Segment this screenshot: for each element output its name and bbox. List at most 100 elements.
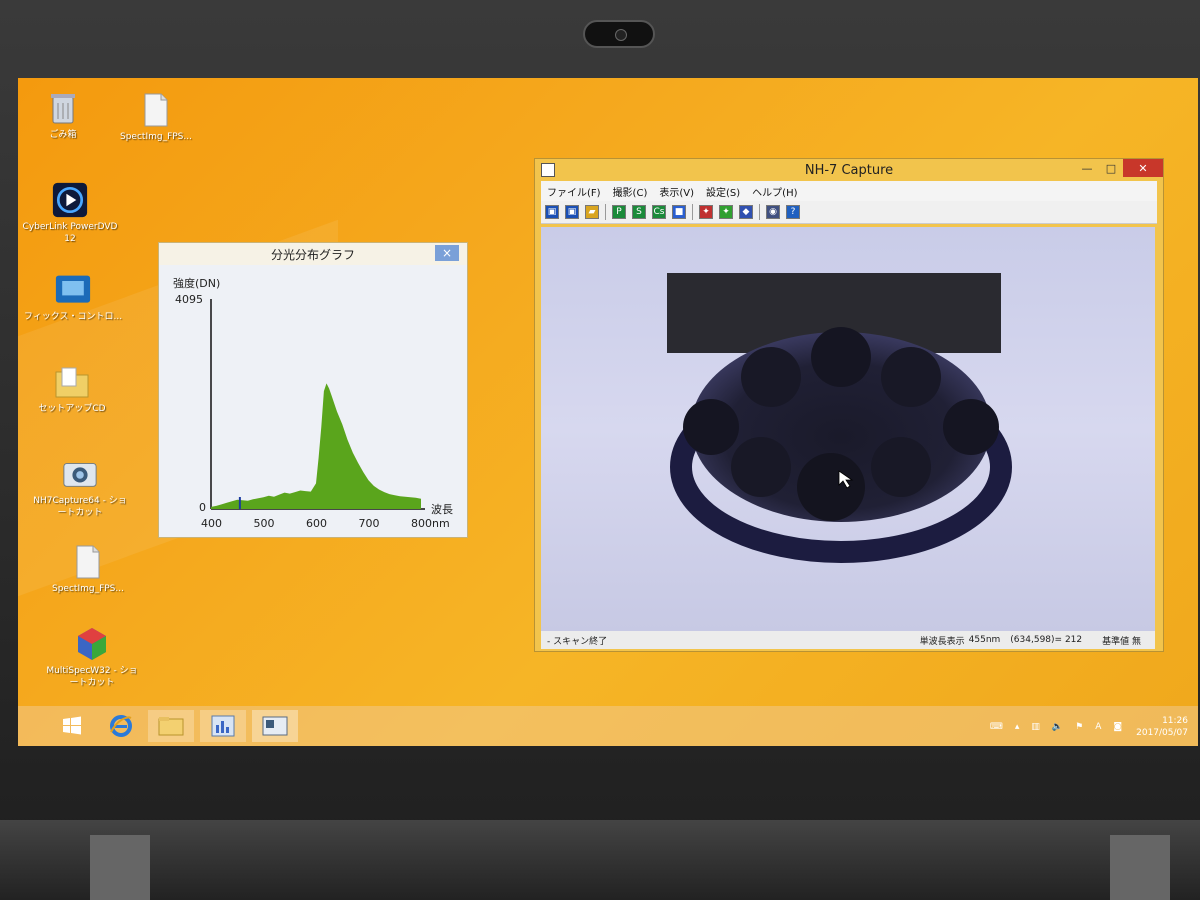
status-wavelength: 455nm	[968, 635, 1001, 645]
status-mode: 単波長表示	[919, 636, 965, 647]
taskbar: ⌨ ▴ ▥ 🔈 ⚑ A ◙ 11:26 2017/05/07	[18, 706, 1198, 746]
toolbar-separator	[759, 204, 760, 220]
x-tick-label: 700	[359, 517, 380, 530]
window-controls: — □ ✕	[1075, 159, 1163, 181]
capture-app-icon	[262, 716, 288, 736]
capture-titlebar: NH-7 Capture — □ ✕	[535, 159, 1163, 181]
desktop-icon-spectimg-1[interactable]: SpectImg_FPS...	[106, 92, 206, 143]
clock-date: 2017/05/07	[1136, 728, 1188, 738]
desktop-icon-label: NH7Capture64 - ショートカット	[33, 496, 127, 518]
toolbar-separator	[605, 204, 606, 220]
spectrum-chart: 強度(DN) 4095 0 波長 400 500 600 700 800nm	[159, 265, 467, 537]
minimize-button[interactable]: —	[1075, 159, 1099, 177]
y-max-label: 4095	[175, 293, 203, 306]
taskbar-multispec[interactable]	[200, 710, 246, 742]
cube-icon	[74, 626, 110, 662]
hinge-left	[90, 835, 150, 900]
notification-icon[interactable]: ◙	[1113, 722, 1122, 732]
close-icon: ✕	[1138, 161, 1148, 175]
volume-icon[interactable]: 🔈	[1052, 722, 1063, 732]
save-icon[interactable]: ▣	[545, 205, 559, 219]
desktop-icon-multispec[interactable]: MultiSpecW32 - ショートカット	[42, 626, 142, 689]
status-bar: - スキャン終了 単波長表示 455nm (634,598)= 212 基準値 …	[541, 631, 1155, 649]
cs-button-icon[interactable]: Cs	[652, 205, 666, 219]
menu-capture[interactable]: 撮影(C)	[613, 184, 648, 199]
powerdvd-icon	[52, 182, 88, 218]
file-explorer-icon	[158, 717, 184, 736]
p-button-icon[interactable]: P	[612, 205, 626, 219]
spectrum-titlebar: 分光分布グラフ ×	[159, 243, 467, 265]
menu-file[interactable]: ファイル(F)	[547, 184, 601, 199]
desktop-icon-powerdvd[interactable]: CyberLink PowerDVD 12	[20, 182, 120, 245]
windows-icon	[63, 716, 81, 735]
close-button[interactable]: ✕	[1123, 159, 1163, 177]
app-menu-icon[interactable]	[541, 163, 555, 177]
y-axis-label: 強度(DN)	[173, 276, 220, 290]
status-coord: (634,598)= 212	[1010, 635, 1083, 645]
hinge-right	[1110, 835, 1170, 900]
desktop-icon-label: SpectImg_FPS...	[120, 132, 192, 142]
minimize-icon: —	[1081, 161, 1093, 175]
desktop-icon-label: ごみ箱	[49, 130, 77, 140]
webcam	[583, 20, 655, 48]
app-icon	[55, 272, 91, 308]
capture-client: ファイル(F) 撮影(C) 表示(V) 設定(S) ヘルプ(H) ▣ ▣ ▰ P S Cs…	[541, 181, 1157, 224]
desktop-icon-label: SpectImg_FPS...	[52, 584, 124, 594]
flag-icon[interactable]: ⚑	[1075, 722, 1083, 732]
chevron-up-icon[interactable]: ▴	[1015, 722, 1020, 732]
desktop-screen: ごみ箱 SpectImg_FPS... CyberLink PowerDVD 1…	[18, 78, 1198, 746]
x-tick-label: 500	[254, 517, 275, 530]
captured-image	[667, 273, 1012, 563]
desktop-icon-fix-control[interactable]: フィックス・コントロ...	[23, 272, 123, 323]
system-tray: ⌨ ▴ ▥ 🔈 ⚑ A ◙ 11:26 2017/05/07	[978, 712, 1188, 742]
internet-explorer-icon	[110, 715, 132, 737]
rgb-icon[interactable]: ✦	[699, 205, 713, 219]
help-icon[interactable]: ?	[786, 205, 800, 219]
taskbar-ie[interactable]	[98, 710, 144, 742]
open-folder-icon[interactable]: ▰	[585, 205, 599, 219]
capture-image-view[interactable]	[541, 227, 1155, 631]
rgb-alt-icon[interactable]: ✦	[719, 205, 733, 219]
menu-settings[interactable]: 設定(S)	[706, 184, 740, 199]
desktop-icon-label: CyberLink PowerDVD 12	[22, 222, 118, 244]
spectrum-close-button[interactable]: ×	[435, 245, 459, 261]
file-icon	[70, 544, 106, 580]
toolbar-separator	[692, 204, 693, 220]
desktop-icon-setup-cd[interactable]: セットアップCD	[22, 364, 122, 415]
capture-title: NH-7 Capture	[804, 162, 894, 178]
maximize-button[interactable]: □	[1099, 159, 1123, 177]
save-as-icon[interactable]: ▣	[565, 205, 579, 219]
taskbar-explorer[interactable]	[148, 710, 194, 742]
x-tick-label: 600	[306, 517, 327, 530]
cube-icon[interactable]: ◆	[739, 205, 753, 219]
desktop-icon-spectimg-2[interactable]: SpectImg_FPS...	[38, 544, 138, 595]
desktop-icon-nh7capture[interactable]: NH7Capture64 - ショートカット	[30, 456, 130, 519]
file-icon	[138, 92, 174, 128]
ime-indicator[interactable]: A	[1095, 722, 1101, 732]
capture-window: NH-7 Capture — □ ✕ ファイル(F) 撮影(C) 表示(V) 設…	[534, 158, 1164, 652]
menu-bar: ファイル(F) 撮影(C) 表示(V) 設定(S) ヘルプ(H)	[541, 181, 1157, 201]
keyboard-icon[interactable]: ⌨	[990, 722, 1003, 732]
x-tick-label: 800nm	[411, 517, 450, 530]
x-tick-label: 400	[201, 517, 222, 530]
network-icon[interactable]: ▥	[1031, 722, 1040, 732]
camera-icon[interactable]: ◉	[766, 205, 780, 219]
chart-app-icon	[211, 715, 235, 737]
menu-help[interactable]: ヘルプ(H)	[752, 184, 797, 199]
start-button[interactable]	[52, 710, 92, 742]
spectrum-area	[211, 383, 421, 509]
s-button-icon[interactable]: S	[632, 205, 646, 219]
laptop-base	[0, 820, 1200, 900]
desktop-icon-label: MultiSpecW32 - ショートカット	[46, 666, 138, 688]
spectrum-window: 分光分布グラフ × 強度(DN) 4095 0 波長 400 500 600 700 8…	[158, 242, 468, 538]
blue-square-icon[interactable]: ■	[672, 205, 686, 219]
toolbar: ▣ ▣ ▰ P S Cs ■ ✦ ✦ ◆ ◉?	[541, 201, 1157, 224]
desktop-icon-recycle-bin[interactable]: ごみ箱	[18, 90, 113, 141]
desktop-icon-label: フィックス・コントロ...	[23, 312, 123, 322]
spectrum-title: 分光分布グラフ	[270, 247, 355, 262]
menu-view[interactable]: 表示(V)	[659, 184, 694, 199]
clock-time: 11:26	[1162, 716, 1188, 726]
taskbar-nh7capture[interactable]	[252, 710, 298, 742]
y-zero-label: 0	[199, 501, 206, 514]
clock[interactable]: 11:26 2017/05/07	[1136, 715, 1188, 739]
